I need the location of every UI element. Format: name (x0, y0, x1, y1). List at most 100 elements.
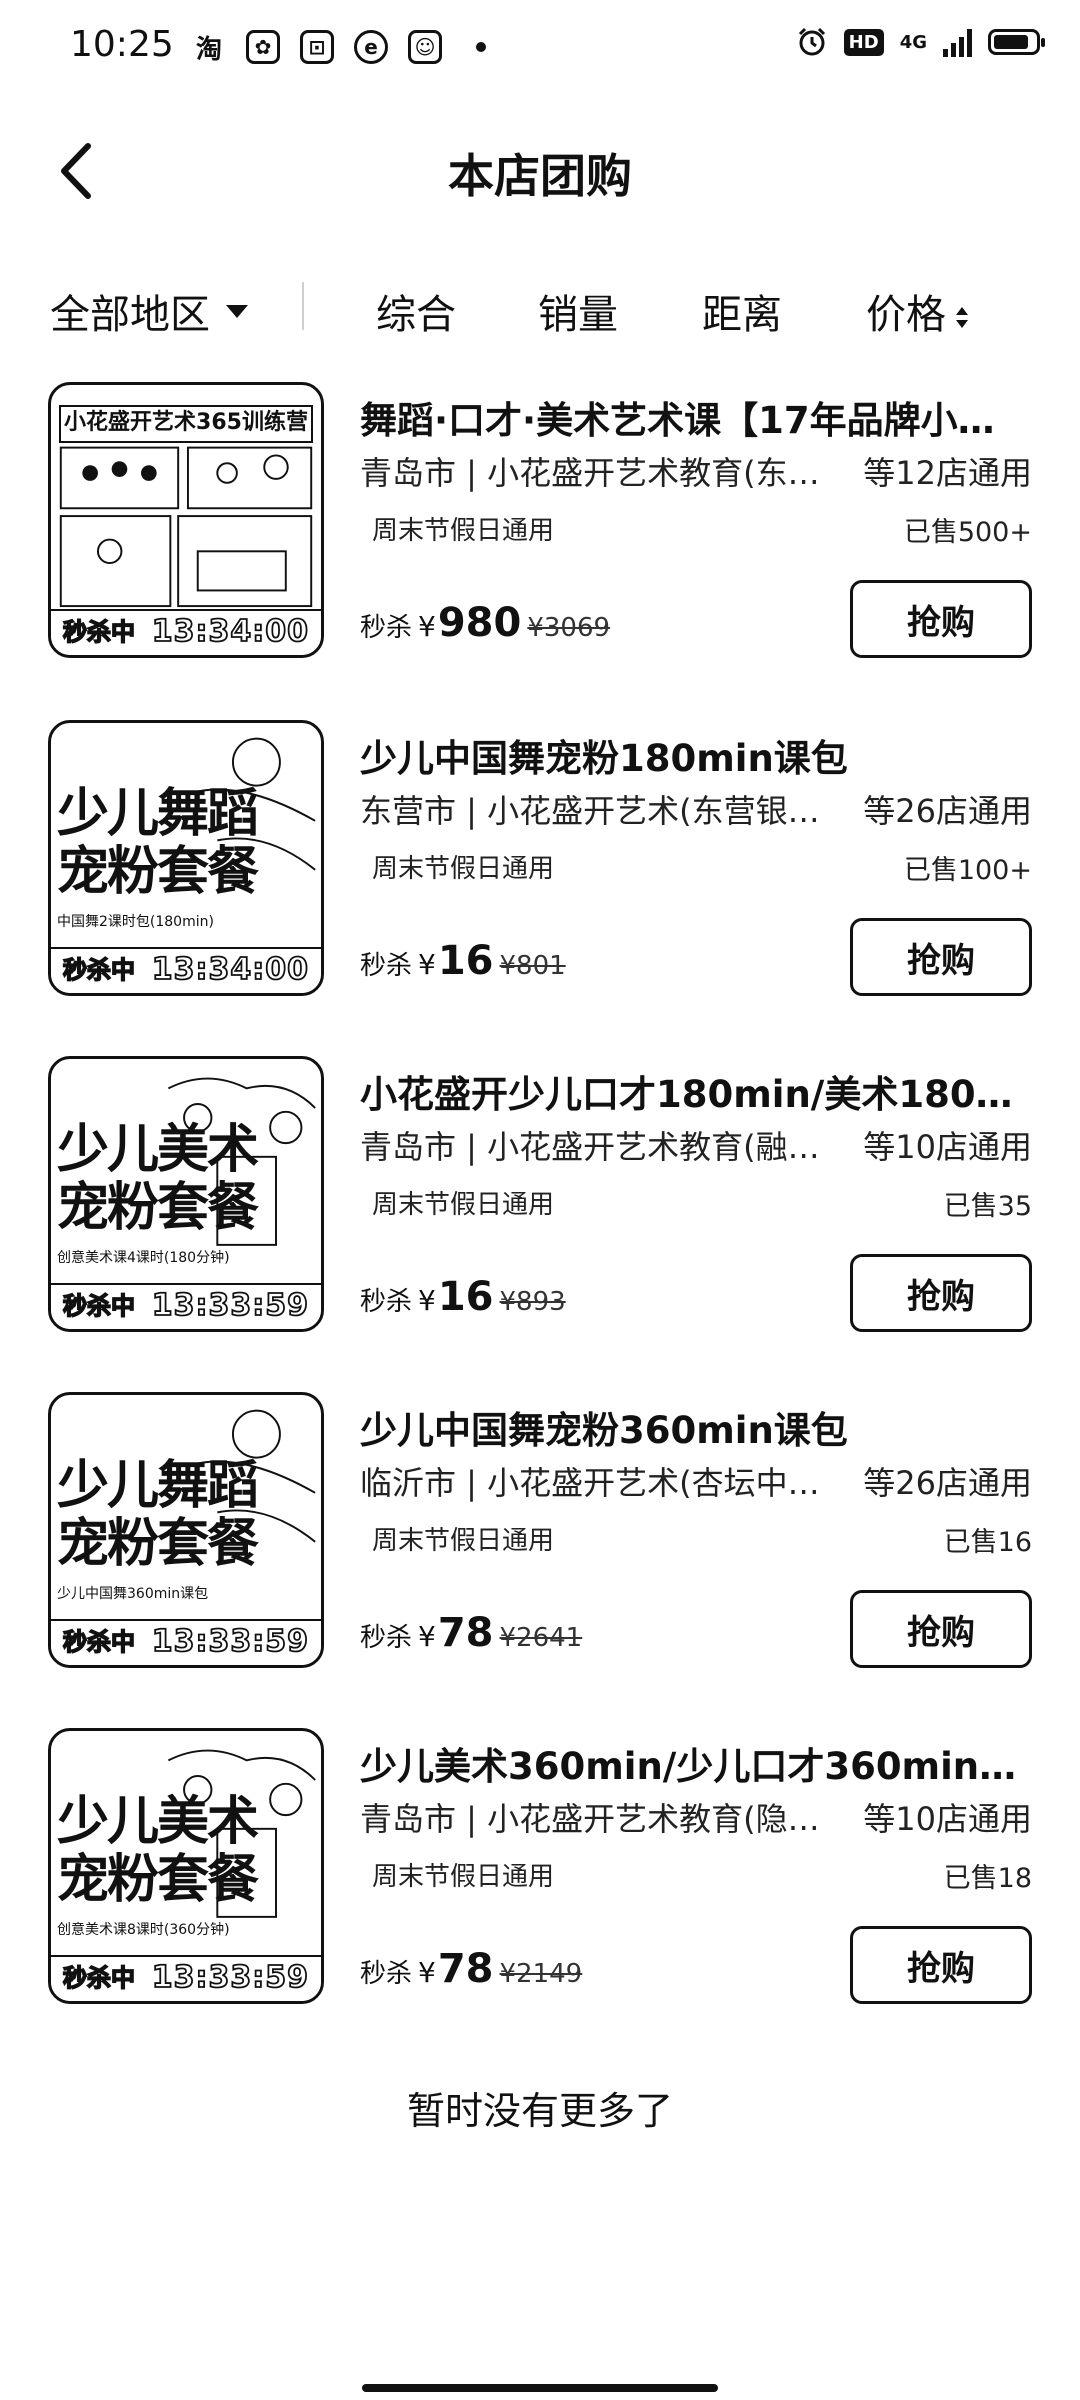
store-count: 等10店通用 (863, 1128, 1032, 1166)
countdown-timer: 13:33:59 (151, 1623, 309, 1660)
price-label: 秒杀 (360, 1623, 413, 1653)
original-price: ¥3069 (527, 613, 611, 643)
filter-divider (302, 282, 304, 330)
page-title: 本店团购 (448, 149, 632, 203)
usage-tag: 周末节假日通用 (372, 1190, 555, 1220)
product-card[interactable]: 小花盛开艺术365训练营 秒杀中 13:34:00 舞蹈·口才·美术艺术课【17… (0, 380, 1080, 670)
sale-price: 78 (437, 1946, 494, 1992)
app-icon-2: ⊡ (300, 30, 334, 64)
product-location: 临沂市 | 小花盛开艺术(杏坛中… (360, 1464, 820, 1502)
product-location: 青岛市 | 小花盛开艺术教育(融… (360, 1128, 820, 1166)
region-filter-dropdown[interactable]: 全部地区 (50, 282, 248, 340)
app-icon-3: e (354, 30, 388, 64)
sale-price: 78 (437, 1610, 494, 1656)
region-filter-label: 全部地区 (50, 292, 210, 338)
price-row: 秒杀 ¥ 16 ¥801 (360, 938, 566, 984)
hd-badge: HD (843, 28, 884, 56)
product-thumbnail[interactable]: 少儿舞蹈 宠粉套餐 中国舞2课时包(180min) 秒杀中 13:34:00 (48, 720, 324, 996)
countdown-timer: 13:33:59 (151, 1959, 309, 1996)
product-card[interactable]: 少儿美术 宠粉套餐 创意美术课8课时(360分钟) 秒杀中 13:33:59 少… (0, 1726, 1080, 2016)
notification-icons: 淘 ✿ ⊡ e ☺ (192, 30, 486, 65)
flash-sale-tag: 秒杀中 (62, 1627, 136, 1657)
buy-button[interactable]: 抢购 (850, 1254, 1032, 1332)
thumbnail-footer: 秒杀中 13:34:00 (51, 609, 321, 655)
flash-sale-tag: 秒杀中 (62, 1963, 136, 1993)
usage-tag: 周末节假日通用 (372, 516, 555, 546)
sort-sales-tab[interactable]: 销量 (538, 282, 618, 340)
product-title[interactable]: 少儿美术360min/少儿口才360min… (360, 1736, 1040, 1790)
thumbnail-footer: 秒杀中 13:33:59 (51, 1955, 321, 2001)
sold-count: 已售35 (943, 1191, 1032, 1222)
currency-symbol: ¥ (418, 948, 436, 981)
currency-symbol: ¥ (418, 610, 436, 643)
more-notifications-dot (476, 42, 486, 52)
thumbnail-footer: 秒杀中 13:33:59 (51, 1283, 321, 1329)
page-header: 本店团购 (0, 120, 1080, 220)
sold-count: 已售100+ (903, 855, 1032, 886)
usage-tag: 周末节假日通用 (372, 1526, 555, 1556)
sale-price: 980 (437, 600, 522, 646)
flash-sale-tag: 秒杀中 (62, 1291, 136, 1321)
sold-count: 已售500+ (903, 517, 1032, 548)
thumbnail-caption: 少儿中国舞360min课包 (57, 1586, 209, 1602)
flash-sale-tag: 秒杀中 (62, 617, 136, 647)
sold-count: 已售18 (943, 1863, 1032, 1894)
countdown-timer: 13:34:00 (151, 613, 309, 650)
price-row: 秒杀 ¥ 16 ¥893 (360, 1274, 566, 1320)
thumbnail-headline: 少儿美术 宠粉套餐 (57, 1792, 259, 1910)
caret-down-icon (226, 304, 248, 318)
buy-button[interactable]: 抢购 (850, 918, 1032, 996)
currency-symbol: ¥ (418, 1284, 436, 1317)
buy-button[interactable]: 抢购 (850, 1590, 1032, 1668)
product-card[interactable]: 少儿美术 宠粉套餐 创意美术课4课时(180分钟) 秒杀中 13:33:59 小… (0, 1054, 1080, 1344)
thumbnail-footer: 秒杀中 13:34:00 (51, 947, 321, 993)
product-thumbnail[interactable]: 少儿美术 宠粉套餐 创意美术课8课时(360分钟) 秒杀中 13:33:59 (48, 1728, 324, 2004)
product-title[interactable]: 小花盛开少儿口才180min/美术180… (360, 1064, 1040, 1118)
product-thumbnail[interactable]: 小花盛开艺术365训练营 秒杀中 13:34:00 (48, 382, 324, 658)
sort-overall-tab[interactable]: 综合 (376, 282, 456, 340)
product-card[interactable]: 少儿舞蹈 宠粉套餐 少儿中国舞360min课包 秒杀中 13:33:59 少儿中… (0, 1390, 1080, 1680)
product-title[interactable]: 少儿中国舞宠粉180min课包 (360, 728, 1040, 782)
sold-count: 已售16 (943, 1527, 1032, 1558)
buy-button[interactable]: 抢购 (850, 1926, 1032, 2004)
price-label: 秒杀 (360, 613, 413, 643)
currency-symbol: ¥ (418, 1956, 436, 1989)
price-label: 秒杀 (360, 1287, 413, 1317)
sort-price-tab[interactable]: 价格 (866, 282, 968, 340)
buy-button[interactable]: 抢购 (850, 580, 1032, 658)
product-thumbnail[interactable]: 少儿美术 宠粉套餐 创意美术课4课时(180分钟) 秒杀中 13:33:59 (48, 1056, 324, 1332)
store-count: 等26店通用 (863, 1464, 1032, 1502)
sale-price: 16 (437, 938, 494, 984)
app-icon-1: ✿ (246, 30, 280, 64)
end-of-list-text: 暂时没有更多了 (406, 2089, 673, 2133)
sort-distance-tab[interactable]: 距离 (702, 282, 782, 340)
taobao-icon: 淘 (195, 34, 222, 65)
thumbnail-headline: 少儿舞蹈 宠粉套餐 (57, 1456, 259, 1574)
product-title[interactable]: 舞蹈·口才·美术艺术课【17年品牌小… (360, 390, 1040, 444)
filter-bar: 全部地区 综合 销量 距离 价格 (0, 270, 1080, 350)
home-indicator[interactable] (362, 2384, 718, 2392)
countdown-timer: 13:34:00 (151, 951, 309, 988)
thumbnail-caption: 中国舞2课时包(180min) (57, 914, 214, 930)
original-price: ¥2149 (499, 1959, 583, 1989)
thumbnail-banner: 小花盛开艺术365训练营 (59, 405, 313, 443)
product-title[interactable]: 少儿中国舞宠粉360min课包 (360, 1400, 1040, 1454)
product-location: 东营市 | 小花盛开艺术(东营银… (360, 792, 820, 830)
product-location: 青岛市 | 小花盛开艺术教育(东… (360, 454, 820, 492)
product-card[interactable]: 少儿舞蹈 宠粉套餐 中国舞2课时包(180min) 秒杀中 13:34:00 少… (0, 718, 1080, 1008)
price-label: 秒杀 (360, 1959, 413, 1989)
store-count: 等12店通用 (863, 454, 1032, 492)
signal-icon (943, 27, 972, 57)
system-icons: HD 4G (796, 26, 1045, 58)
original-price: ¥801 (499, 951, 566, 981)
thumbnail-headline: 少儿舞蹈 宠粉套餐 (57, 784, 259, 902)
store-count: 等10店通用 (863, 1800, 1032, 1838)
price-row: 秒杀 ¥ 78 ¥2641 (360, 1610, 582, 1656)
countdown-timer: 13:33:59 (151, 1287, 309, 1324)
product-thumbnail[interactable]: 少儿舞蹈 宠粉套餐 少儿中国舞360min课包 秒杀中 13:33:59 (48, 1392, 324, 1668)
battery-icon (988, 29, 1045, 55)
store-count: 等26店通用 (863, 792, 1032, 830)
original-price: ¥2641 (499, 1623, 583, 1653)
price-label: 秒杀 (360, 951, 413, 981)
thumbnail-caption: 创意美术课8课时(360分钟) (57, 1922, 230, 1938)
